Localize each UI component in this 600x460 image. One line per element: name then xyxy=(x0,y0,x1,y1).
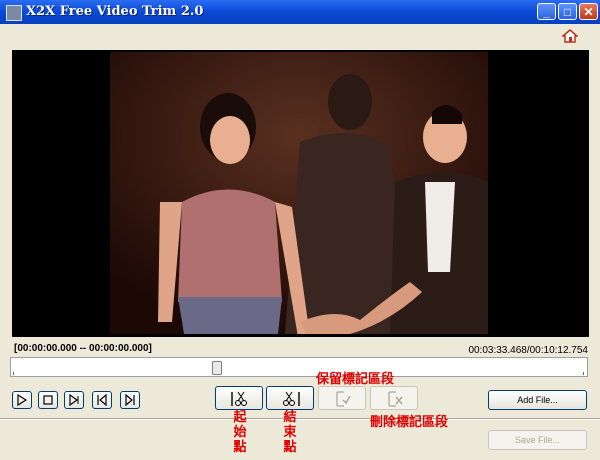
app-icon[interactable] xyxy=(6,5,22,21)
separator-highlight xyxy=(0,419,600,420)
step-forward-icon xyxy=(69,394,79,406)
end-point-char-2: 束 xyxy=(283,425,297,440)
prev-frame-icon xyxy=(97,394,107,406)
set-end-scissors-icon xyxy=(283,391,300,406)
delete-segment-annotation: 刪除標記區段 xyxy=(370,415,449,430)
start-point-char-3: 點 xyxy=(233,440,247,455)
play-icon xyxy=(17,394,28,406)
title-bar[interactable]: X2X Free Video Trim 2.0 _ □ ✕ xyxy=(0,0,600,24)
close-button[interactable]: ✕ xyxy=(579,3,598,20)
step-forward-button[interactable] xyxy=(64,391,84,409)
end-point-annotation: 結 束 點 xyxy=(283,410,297,455)
minimize-button[interactable]: _ xyxy=(537,3,556,20)
app-window: X2X Free Video Trim 2.0 _ □ ✕ [00:00:00.… xyxy=(0,0,600,460)
end-point-char-3: 點 xyxy=(283,440,297,455)
play-button[interactable] xyxy=(12,391,32,409)
save-file-button[interactable]: Save File... xyxy=(488,430,587,450)
video-scene-image xyxy=(110,52,488,334)
seek-end-tick xyxy=(583,372,584,375)
position-timecode: 00:03:33.468/00:10:12.754 xyxy=(468,345,588,356)
stop-button[interactable] xyxy=(38,391,58,409)
stop-icon xyxy=(43,395,53,405)
start-point-annotation: 起 始 點 xyxy=(233,410,247,455)
start-point-char-1: 起 xyxy=(233,410,247,425)
set-start-button[interactable] xyxy=(215,386,263,410)
delete-segment-button[interactable] xyxy=(370,386,418,410)
window-title: X2X Free Video Trim 2.0 xyxy=(26,4,204,19)
seek-slider[interactable] xyxy=(10,357,588,377)
delete-segment-icon xyxy=(388,391,403,407)
mark-range-timecode: [00:00:00.000 -- 00:00:00.000] xyxy=(14,343,152,354)
home-icon[interactable] xyxy=(562,28,578,44)
minimize-icon: _ xyxy=(543,4,550,19)
next-frame-icon xyxy=(125,394,135,406)
keep-segment-icon xyxy=(336,391,351,407)
end-point-char-1: 結 xyxy=(283,410,297,425)
keep-segment-annotation: 保留標記區段 xyxy=(316,372,395,387)
seek-start-tick xyxy=(13,372,14,375)
prev-frame-button[interactable] xyxy=(92,391,112,409)
set-start-scissors-icon xyxy=(231,391,247,406)
maximize-icon: □ xyxy=(563,4,572,19)
set-end-button[interactable] xyxy=(266,386,314,410)
keep-segment-button[interactable] xyxy=(318,386,366,410)
seek-thumb[interactable] xyxy=(212,361,223,375)
start-point-char-2: 始 xyxy=(233,425,247,440)
video-preview[interactable] xyxy=(12,50,589,337)
add-file-button[interactable]: Add File... xyxy=(488,390,587,410)
next-frame-button[interactable] xyxy=(120,391,140,409)
maximize-button[interactable]: □ xyxy=(558,3,577,20)
close-icon: ✕ xyxy=(583,4,594,19)
video-frame xyxy=(110,52,488,334)
